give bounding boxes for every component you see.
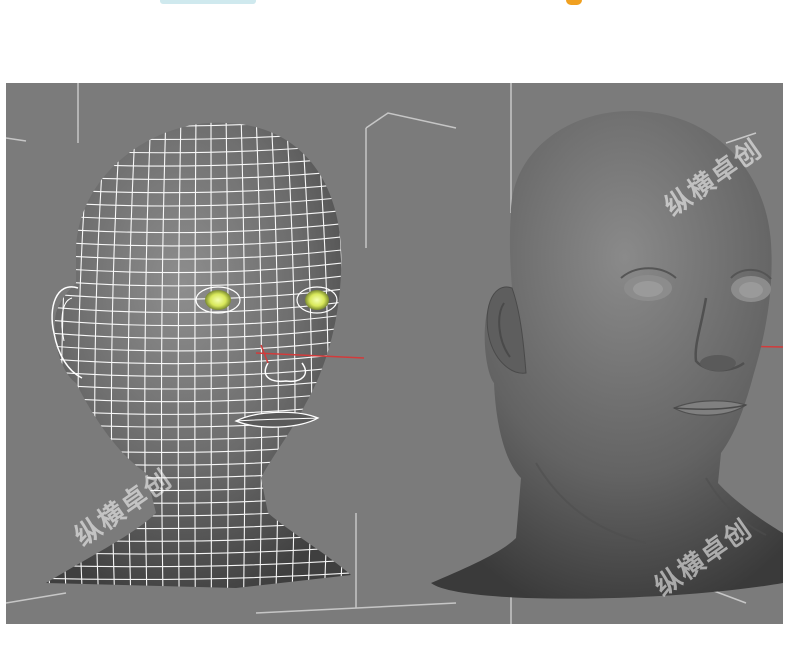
decor-teal-bar (160, 0, 256, 4)
top-banner-strip (0, 0, 790, 82)
right-eye-glow (305, 290, 329, 310)
viewport-scene (6, 83, 783, 624)
3d-viewport: 纵横卓创 纵横卓创 纵横卓创 (6, 83, 783, 624)
decor-orange-dot (566, 0, 582, 5)
left-eye-glow (205, 290, 231, 310)
